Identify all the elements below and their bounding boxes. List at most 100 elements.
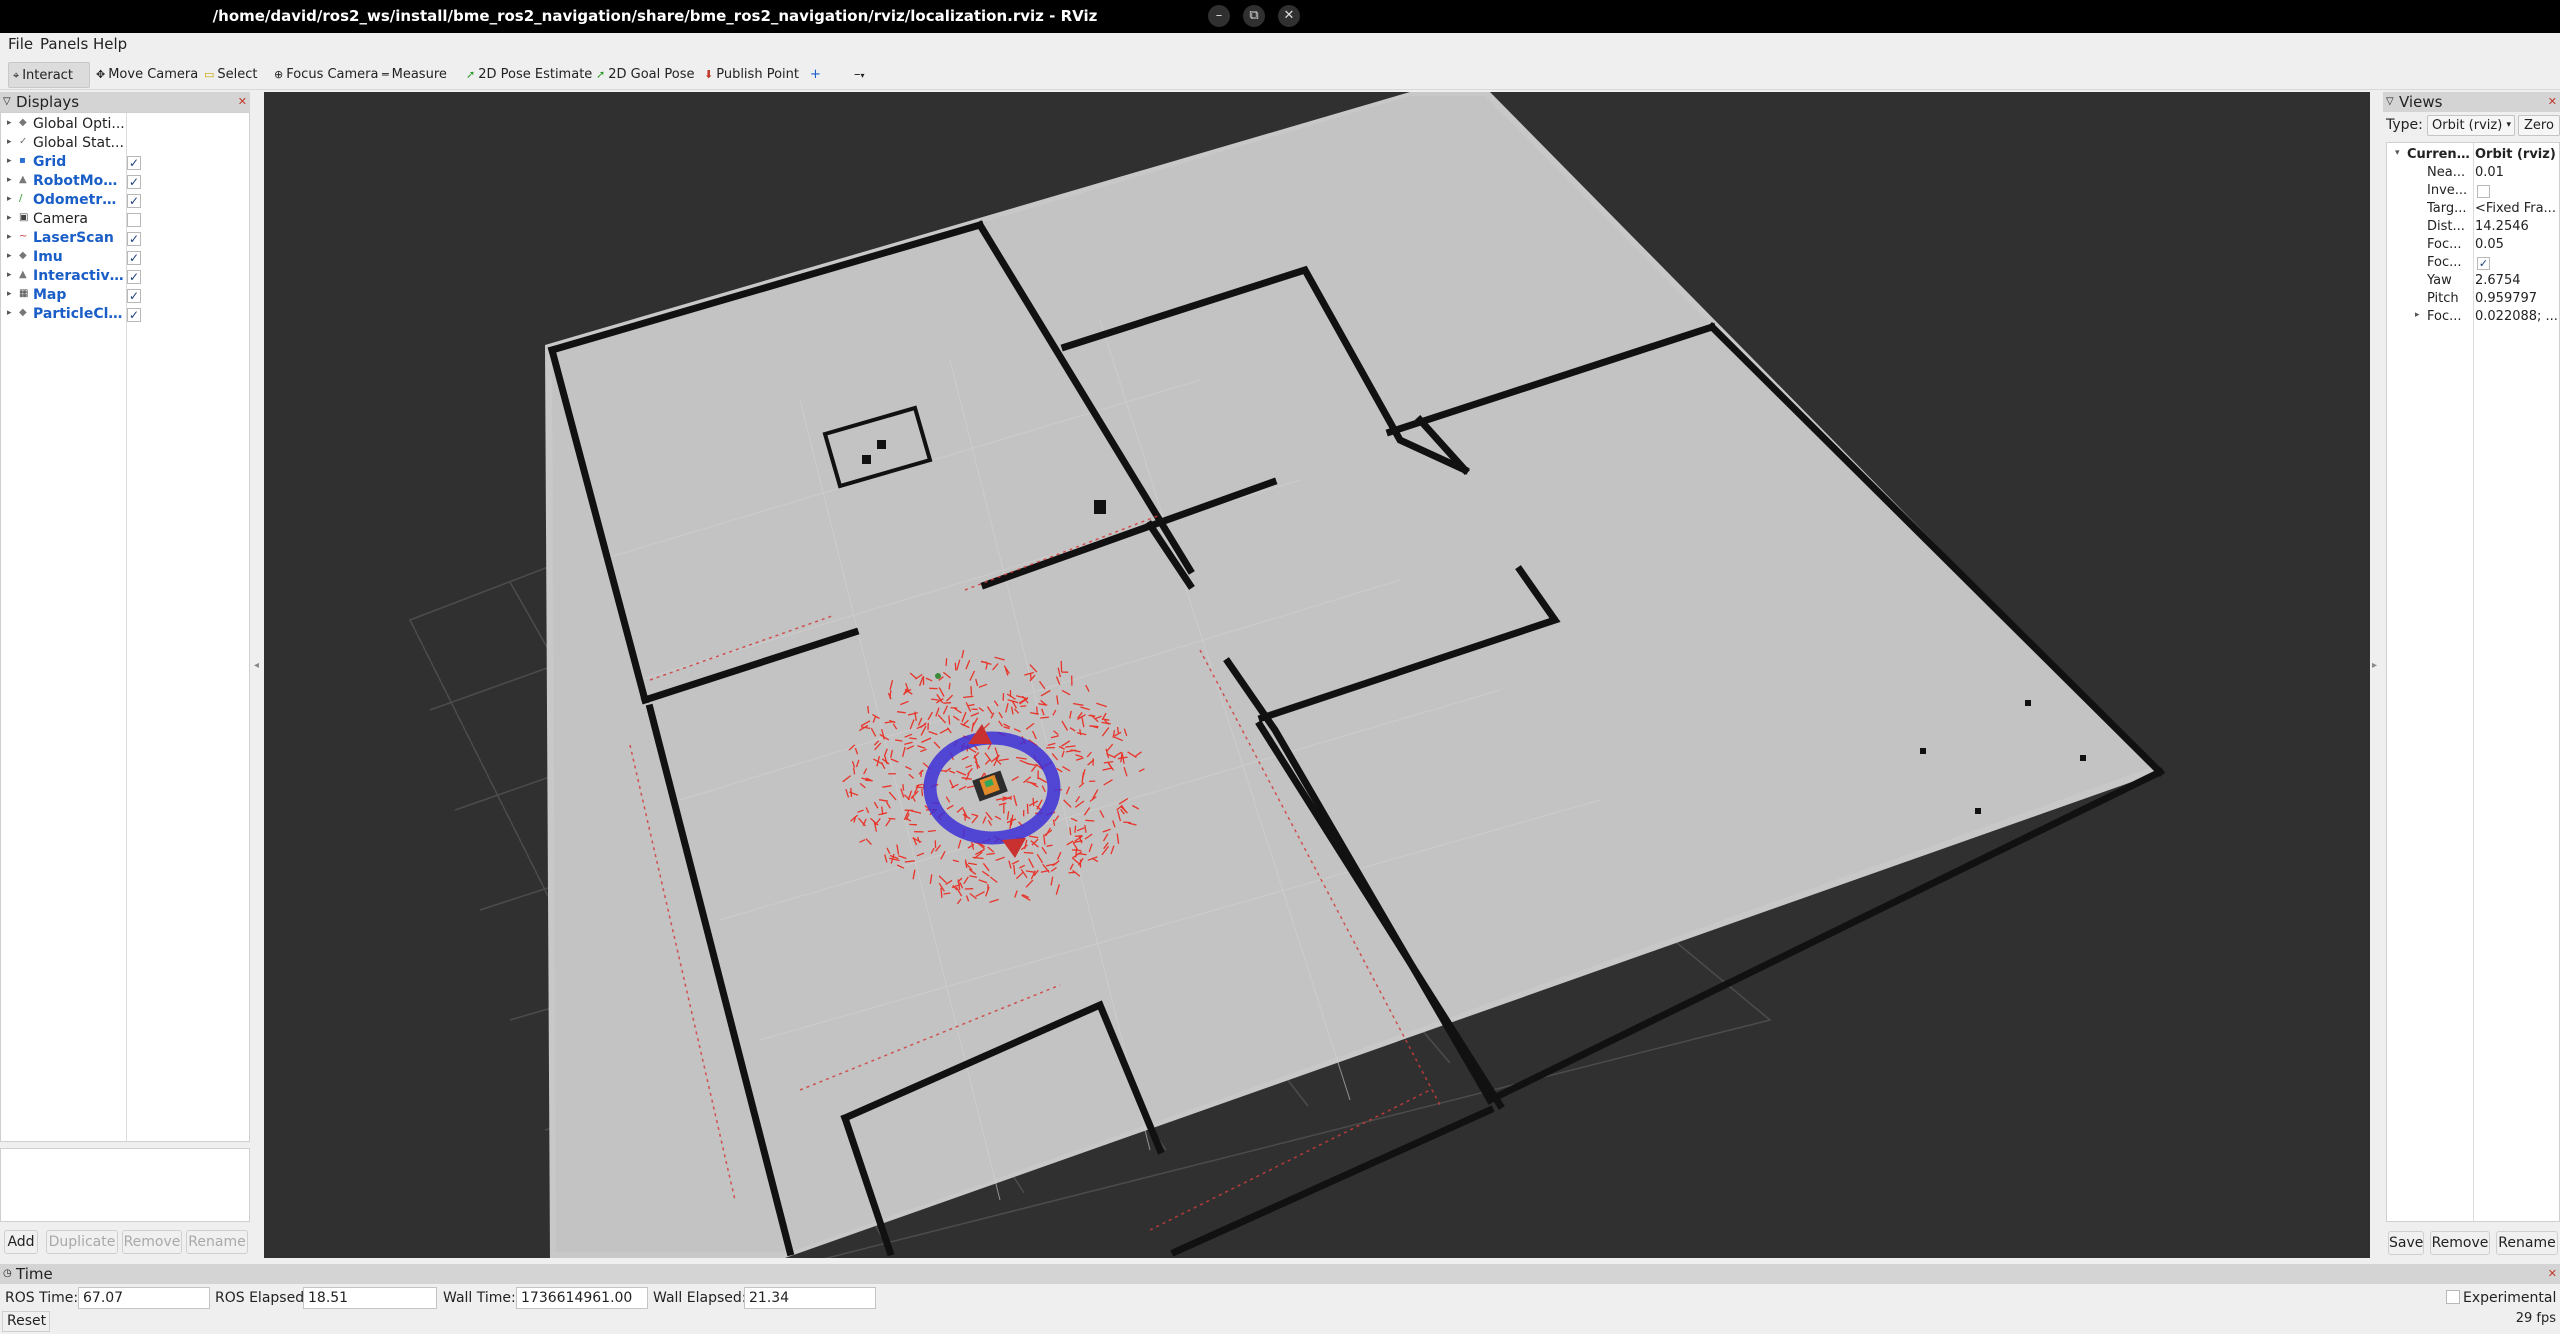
expand-icon[interactable]: ▸ [7, 308, 12, 318]
view-property-row[interactable]: Pitch 0.959797 [2387, 291, 2559, 309]
measure-tool[interactable]: ═ Measure [378, 62, 451, 88]
view-property-row[interactable]: Nea... 0.01 [2387, 165, 2559, 183]
view-property-row[interactable]: Targ... <Fixed Fra... [2387, 201, 2559, 219]
display-item-label: ParticleClo... [33, 306, 125, 322]
rename-display-button[interactable]: Rename [186, 1230, 248, 1254]
pose-estimate-tool[interactable]: ➚ 2D Pose Estimate [462, 62, 596, 88]
left-splitter-handle[interactable]: ◂ [254, 660, 262, 690]
add-tool-button[interactable]: + [806, 62, 825, 88]
display-item-10[interactable]: ▸ ◆ ParticleClo... ✓ [1, 306, 249, 325]
view-property-value[interactable]: 0.05 [2475, 237, 2559, 252]
display-item-4[interactable]: ▸ / Odometry ... ✓ [1, 192, 249, 211]
reset-button[interactable]: Reset [2, 1311, 50, 1332]
display-item-7[interactable]: ▸ ◆ Imu ✓ [1, 249, 249, 268]
focus-camera-tool[interactable]: ⊕ Focus Camera [270, 62, 383, 88]
view-property-row[interactable]: Dist... 14.2546 [2387, 219, 2559, 237]
display-item-1[interactable]: ▸ ✓ Global Stat... [1, 135, 249, 154]
wall-time-field[interactable]: 1736614961.00 [516, 1287, 648, 1309]
ros-elapsed-field[interactable]: 18.51 [303, 1287, 437, 1309]
particle-arrow [1085, 819, 1095, 822]
view-property-value[interactable]: 2.6754 [2475, 273, 2559, 288]
rename-view-button[interactable]: Rename [2496, 1231, 2558, 1255]
wall-elapsed-field[interactable]: 21.34 [744, 1287, 876, 1309]
close-panel-icon[interactable]: ✕ [2548, 1264, 2557, 1284]
display-item-0[interactable]: ▸ ◆ Global Opti... [1, 116, 249, 135]
view-property-row[interactable]: Yaw 2.6754 [2387, 273, 2559, 291]
view-property-row[interactable]: Foc... 0.05 [2387, 237, 2559, 255]
current-view-row[interactable]: ▾ Curren... Orbit (rviz) [2387, 147, 2559, 165]
time-panel-header[interactable]: ◷ Time ✕ [0, 1264, 2560, 1284]
view-property-key: Foc... [2427, 309, 2462, 324]
close-panel-icon[interactable]: ✕ [238, 92, 247, 112]
interact-tool[interactable]: ⌖ Interact [8, 62, 90, 88]
expand-icon[interactable]: ▸ [7, 213, 12, 223]
publish-point-tool[interactable]: ⬇ Publish Point [700, 62, 803, 88]
maximize-button[interactable]: ⧉ [1243, 5, 1265, 27]
view-property-checkbox[interactable]: ✓ [2477, 257, 2490, 270]
expand-icon[interactable]: ▸ [7, 175, 12, 185]
display-item-9[interactable]: ▸ ▦ Map ✓ [1, 287, 249, 306]
add-display-button[interactable]: Add [4, 1230, 38, 1254]
expand-icon[interactable]: ▸ [7, 118, 12, 128]
display-item-5[interactable]: ▸ ▣ Camera [1, 211, 249, 230]
toolbar-more-button[interactable]: –▾ [850, 62, 869, 88]
view-property-checkbox[interactable] [2477, 185, 2490, 198]
display-enable-checkbox[interactable]: ✓ [127, 194, 141, 208]
menu-help[interactable]: Help [93, 35, 127, 53]
displays-panel-header[interactable]: ▽ Displays ✕ [0, 92, 250, 112]
menu-panels[interactable]: Panels [40, 35, 88, 53]
display-item-2[interactable]: ▸ ▪ Grid ✓ [1, 154, 249, 173]
view-type-select[interactable]: Orbit (rviz) ▾ [2427, 115, 2515, 136]
select-tool[interactable]: ▭ Select [200, 62, 262, 88]
expand-icon[interactable]: ▸ [7, 289, 12, 299]
particle-arrow [888, 817, 896, 820]
close-panel-icon[interactable]: ✕ [2548, 92, 2557, 112]
remove-display-button[interactable]: Remove [122, 1230, 182, 1254]
collapse-icon: ▽ [3, 96, 11, 107]
right-splitter-handle[interactable]: ▸ [2372, 660, 2380, 690]
display-item-8[interactable]: ▸ ▲ Interactive... ✓ [1, 268, 249, 287]
display-item-label: Odometry ... [33, 192, 125, 208]
view-property-key: Yaw [2427, 273, 2452, 288]
expand-icon[interactable]: ▸ [7, 232, 12, 242]
expand-icon[interactable]: ▸ [7, 156, 12, 166]
duplicate-display-button[interactable]: Duplicate [46, 1230, 118, 1254]
menu-file[interactable]: File [8, 35, 33, 53]
view-property-value[interactable]: 14.2546 [2475, 219, 2559, 234]
view-property-row[interactable]: ▸ Foc... 0.022088; ... [2387, 309, 2559, 327]
minimize-button[interactable]: – [1208, 5, 1230, 27]
display-enable-checkbox[interactable]: ✓ [127, 308, 141, 322]
view-property-row[interactable]: Foc... ✓ [2387, 255, 2559, 273]
display-enable-checkbox[interactable]: ✓ [127, 270, 141, 284]
display-enable-checkbox[interactable]: ✓ [127, 289, 141, 303]
zero-button[interactable]: Zero [2518, 115, 2560, 136]
move-camera-tool[interactable]: ✥ Move Camera [92, 62, 202, 88]
expand-icon[interactable]: ▸ [7, 251, 12, 261]
display-enable-checkbox[interactable]: ✓ [127, 251, 141, 265]
view-property-value[interactable]: <Fixed Fra... [2475, 201, 2559, 216]
display-enable-checkbox[interactable]: ✓ [127, 156, 141, 170]
expand-icon[interactable]: ▸ [7, 270, 12, 280]
display-enable-checkbox[interactable] [127, 213, 141, 227]
save-view-button[interactable]: Save [2388, 1231, 2424, 1255]
particle-arrow [909, 737, 917, 740]
display-enable-checkbox[interactable]: ✓ [127, 232, 141, 246]
experimental-checkbox[interactable] [2446, 1290, 2460, 1304]
view-property-value[interactable]: 0.022088; ... [2475, 309, 2559, 324]
close-button[interactable]: ✕ [1278, 5, 1300, 27]
view-property-row[interactable]: Inve... [2387, 183, 2559, 201]
view-property-value[interactable]: 0.959797 [2475, 291, 2559, 306]
ros-time-field[interactable]: 67.07 [78, 1287, 210, 1309]
display-item-3[interactable]: ▸ ▲ RobotModel ✓ [1, 173, 249, 192]
views-panel-header[interactable]: ▽ Views ✕ [2383, 92, 2560, 112]
expand-icon[interactable]: ▸ [2415, 310, 2420, 320]
expand-icon[interactable]: ▸ [7, 194, 12, 204]
expand-icon[interactable]: ▸ [7, 137, 12, 147]
3d-viewport[interactable] [264, 92, 2370, 1258]
remove-view-button[interactable]: Remove [2430, 1231, 2490, 1255]
expand-icon[interactable]: ▾ [2395, 148, 2400, 158]
display-item-6[interactable]: ▸ ~ LaserScan ✓ [1, 230, 249, 249]
view-property-value[interactable]: 0.01 [2475, 165, 2559, 180]
goal-pose-tool[interactable]: ➚ 2D Goal Pose [592, 62, 698, 88]
display-enable-checkbox[interactable]: ✓ [127, 175, 141, 189]
